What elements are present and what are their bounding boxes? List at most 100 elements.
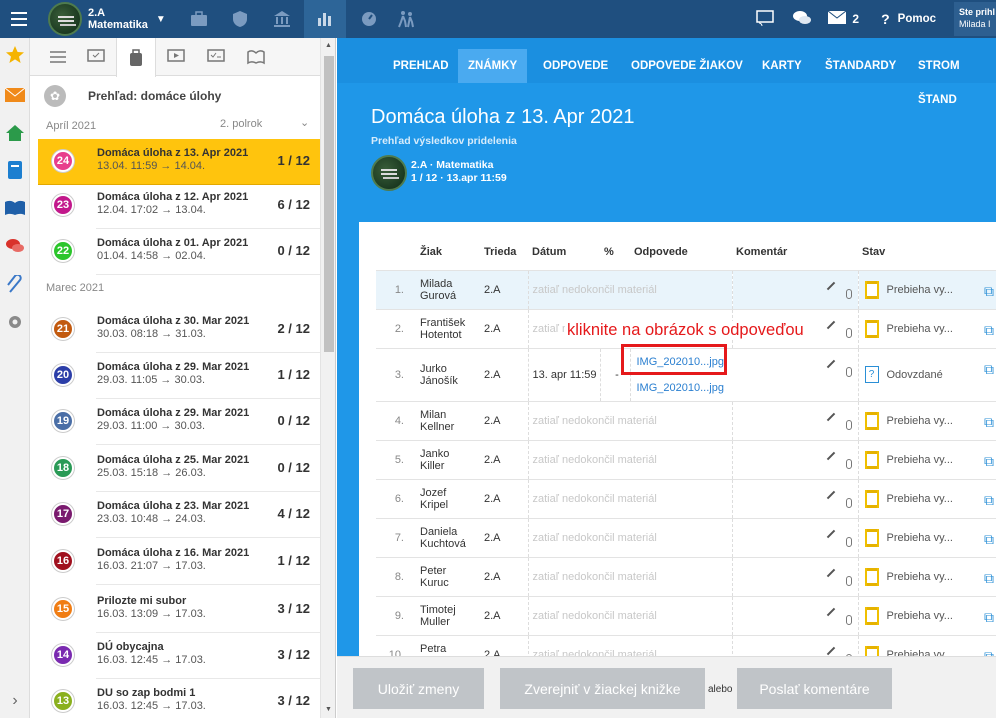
comment-cell[interactable] <box>732 595 859 635</box>
home-icon[interactable] <box>4 122 26 144</box>
tab-7[interactable]: STROM ŠTAND <box>908 49 996 106</box>
shield-icon[interactable] <box>221 0 259 38</box>
scrollbar-thumb[interactable] <box>324 56 334 352</box>
chat-icon[interactable] <box>4 235 26 257</box>
chart-bars-icon[interactable] <box>304 0 346 38</box>
tab-book-icon[interactable] <box>236 38 276 76</box>
class-selector[interactable]: 2.A Matematika ▼ <box>48 2 166 36</box>
tab-3[interactable]: ODPOVEDE <box>533 49 618 83</box>
comment-cell[interactable] <box>732 269 859 309</box>
tab-1[interactable]: PREHĽAD <box>383 49 459 83</box>
pencil-icon[interactable] <box>826 607 835 616</box>
help-question-icon[interactable]: ? <box>881 11 890 27</box>
save-changes-button[interactable]: Uložiť zmeny <box>353 668 484 709</box>
list-item[interactable]: 19 Domáca úloha z 29. Mar 2021 29.03. 11:0… <box>38 399 320 445</box>
paperclip-icon[interactable] <box>845 458 852 469</box>
table-row[interactable]: 4. Milan Kellner 2.A zatiaľ nedokončil mater… <box>376 400 996 440</box>
paperclip-icon[interactable] <box>4 274 26 296</box>
comment-cell[interactable] <box>732 439 859 479</box>
scroll-up-icon[interactable]: ▲ <box>325 42 332 49</box>
col-header-date[interactable]: Dátum <box>528 234 600 270</box>
table-row[interactable]: 5. Janko Killer 2.A zatiaľ nedokončil materi… <box>376 439 996 479</box>
tab-test-check-icon[interactable] <box>196 38 236 76</box>
publish-button[interactable]: Zverejniť v žiackej knižke <box>500 668 705 709</box>
external-link-icon[interactable]: ⧉ <box>984 453 994 470</box>
list-item[interactable]: 17 Domáca úloha z 23. Mar 2021 23.03. 10:4… <box>38 492 320 538</box>
chevron-down-icon[interactable]: ⌄ <box>300 116 309 129</box>
paperclip-icon[interactable] <box>845 497 852 508</box>
paperclip-icon[interactable] <box>845 366 852 377</box>
mail-icon[interactable] <box>4 84 26 106</box>
external-link-icon[interactable]: ⧉ <box>984 361 994 378</box>
paperclip-icon[interactable] <box>845 327 852 338</box>
dashboard-gauge-icon[interactable] <box>350 0 388 38</box>
tab-2[interactable]: ZNÁMKY <box>458 49 528 83</box>
external-link-icon[interactable]: ⧉ <box>984 531 994 548</box>
col-header-percent[interactable]: % <box>600 234 630 270</box>
scrollbar[interactable]: ▲ ▼ <box>320 38 335 718</box>
walking-students-icon[interactable] <box>387 0 425 38</box>
external-link-icon[interactable]: ⧉ <box>984 283 994 300</box>
comment-cell[interactable] <box>732 556 859 596</box>
col-header-status[interactable]: Stav <box>858 234 996 270</box>
list-item[interactable]: 14 DÚ obycajna 16.03. 12:45 → 17.03. 3 / 12 <box>38 633 320 679</box>
pencil-icon[interactable] <box>826 281 835 290</box>
comment-cell[interactable] <box>732 400 859 440</box>
overview-homework-row[interactable]: ✿ Prehľad: domáce úlohy <box>30 76 320 116</box>
list-item[interactable]: 16 Domáca úloha z 16. Mar 2021 16.03. 21:0… <box>38 539 320 585</box>
paperclip-icon[interactable] <box>845 536 852 547</box>
user-menu[interactable]: Ste prihl Milada I <box>954 2 996 36</box>
list-item[interactable]: 20 Domáca úloha z 29. Mar 2021 29.03. 11:0… <box>38 353 320 399</box>
book-icon[interactable] <box>4 159 26 181</box>
answer-file-link[interactable]: IMG_202010...jpg <box>637 375 733 401</box>
tab-video-icon[interactable] <box>156 38 196 76</box>
list-item[interactable]: 15 Prilozte mi subor 16.03. 13:09 → 17.03.… <box>38 587 320 633</box>
screen-cast-icon[interactable] <box>756 9 775 29</box>
list-item[interactable]: 13 DU so zap bodmi 1 16.03. 12:45 → 17.03.… <box>38 679 320 718</box>
pencil-icon[interactable] <box>826 568 835 577</box>
pencil-icon[interactable] <box>826 320 835 329</box>
pencil-icon[interactable] <box>826 412 835 421</box>
tab-4[interactable]: ODPOVEDE ŽIAKOV <box>621 49 753 83</box>
briefcase-icon[interactable] <box>180 0 218 38</box>
external-link-icon[interactable]: ⧉ <box>984 570 994 587</box>
col-header-answers[interactable]: Odpovede <box>630 234 732 270</box>
comment-cell[interactable] <box>732 347 859 401</box>
external-link-icon[interactable]: ⧉ <box>984 492 994 509</box>
external-link-icon[interactable]: ⧉ <box>984 322 994 339</box>
table-row[interactable]: 1. Milada Gurová 2.A zatiaľ nedokončil mater… <box>376 269 996 309</box>
envelope-icon[interactable] <box>828 10 847 27</box>
paperclip-icon[interactable] <box>845 575 852 586</box>
table-row[interactable]: 9. Timotej Muller 2.A zatiaľ nedokončil mate… <box>376 595 996 635</box>
list-item[interactable]: 22 Domáca úloha z 01. Apr 2021 01.04. 14:5… <box>38 229 320 275</box>
pencil-icon[interactable] <box>826 529 835 538</box>
star-icon[interactable] <box>4 44 26 66</box>
pencil-icon[interactable] <box>826 451 835 460</box>
table-row[interactable]: 6. Jozef Kripel 2.A zatiaľ nedokončil materi… <box>376 478 996 518</box>
pencil-icon[interactable] <box>826 359 835 368</box>
list-item[interactable]: 23 Domáca úloha z 12. Apr 2021 12.04. 17:0… <box>38 183 320 229</box>
tab-monitor-check-icon[interactable] <box>76 38 116 76</box>
list-item[interactable]: 18 Domáca úloha z 25. Mar 2021 25.03. 15:1… <box>38 446 320 492</box>
tab-homework-bag-icon[interactable] <box>116 38 156 77</box>
col-header-comment[interactable]: Komentár <box>732 234 858 270</box>
tab-5[interactable]: KARTY <box>752 49 812 83</box>
paperclip-icon[interactable] <box>845 614 852 625</box>
tab-list-icon[interactable] <box>38 38 78 76</box>
pencil-icon[interactable] <box>826 490 835 499</box>
hamburger-menu-icon[interactable] <box>0 0 38 38</box>
comment-cell[interactable] <box>732 478 859 518</box>
open-book-icon[interactable] <box>4 197 26 219</box>
list-item[interactable]: 21 Domáca úloha z 30. Mar 2021 30.03. 08:1… <box>38 307 320 353</box>
list-item[interactable]: 24 Domáca úloha z 13. Apr 2021 13.04. 11:5… <box>38 139 320 185</box>
school-building-icon[interactable] <box>263 0 301 38</box>
tab-6[interactable]: ŠTANDARDY <box>815 49 906 83</box>
external-link-icon[interactable]: ⧉ <box>984 414 994 431</box>
send-comments-button[interactable]: Poslať komentáre <box>737 668 892 709</box>
pencil-icon[interactable] <box>826 646 835 655</box>
table-row[interactable]: 7. Daniela Kuchtová 2.A zatiaľ nedokončil ma… <box>376 517 996 557</box>
settings-gear-icon[interactable] <box>4 311 26 333</box>
paperclip-icon[interactable] <box>845 288 852 299</box>
help-link[interactable]: Pomoc <box>898 13 936 25</box>
scroll-down-icon[interactable]: ▼ <box>325 706 332 713</box>
